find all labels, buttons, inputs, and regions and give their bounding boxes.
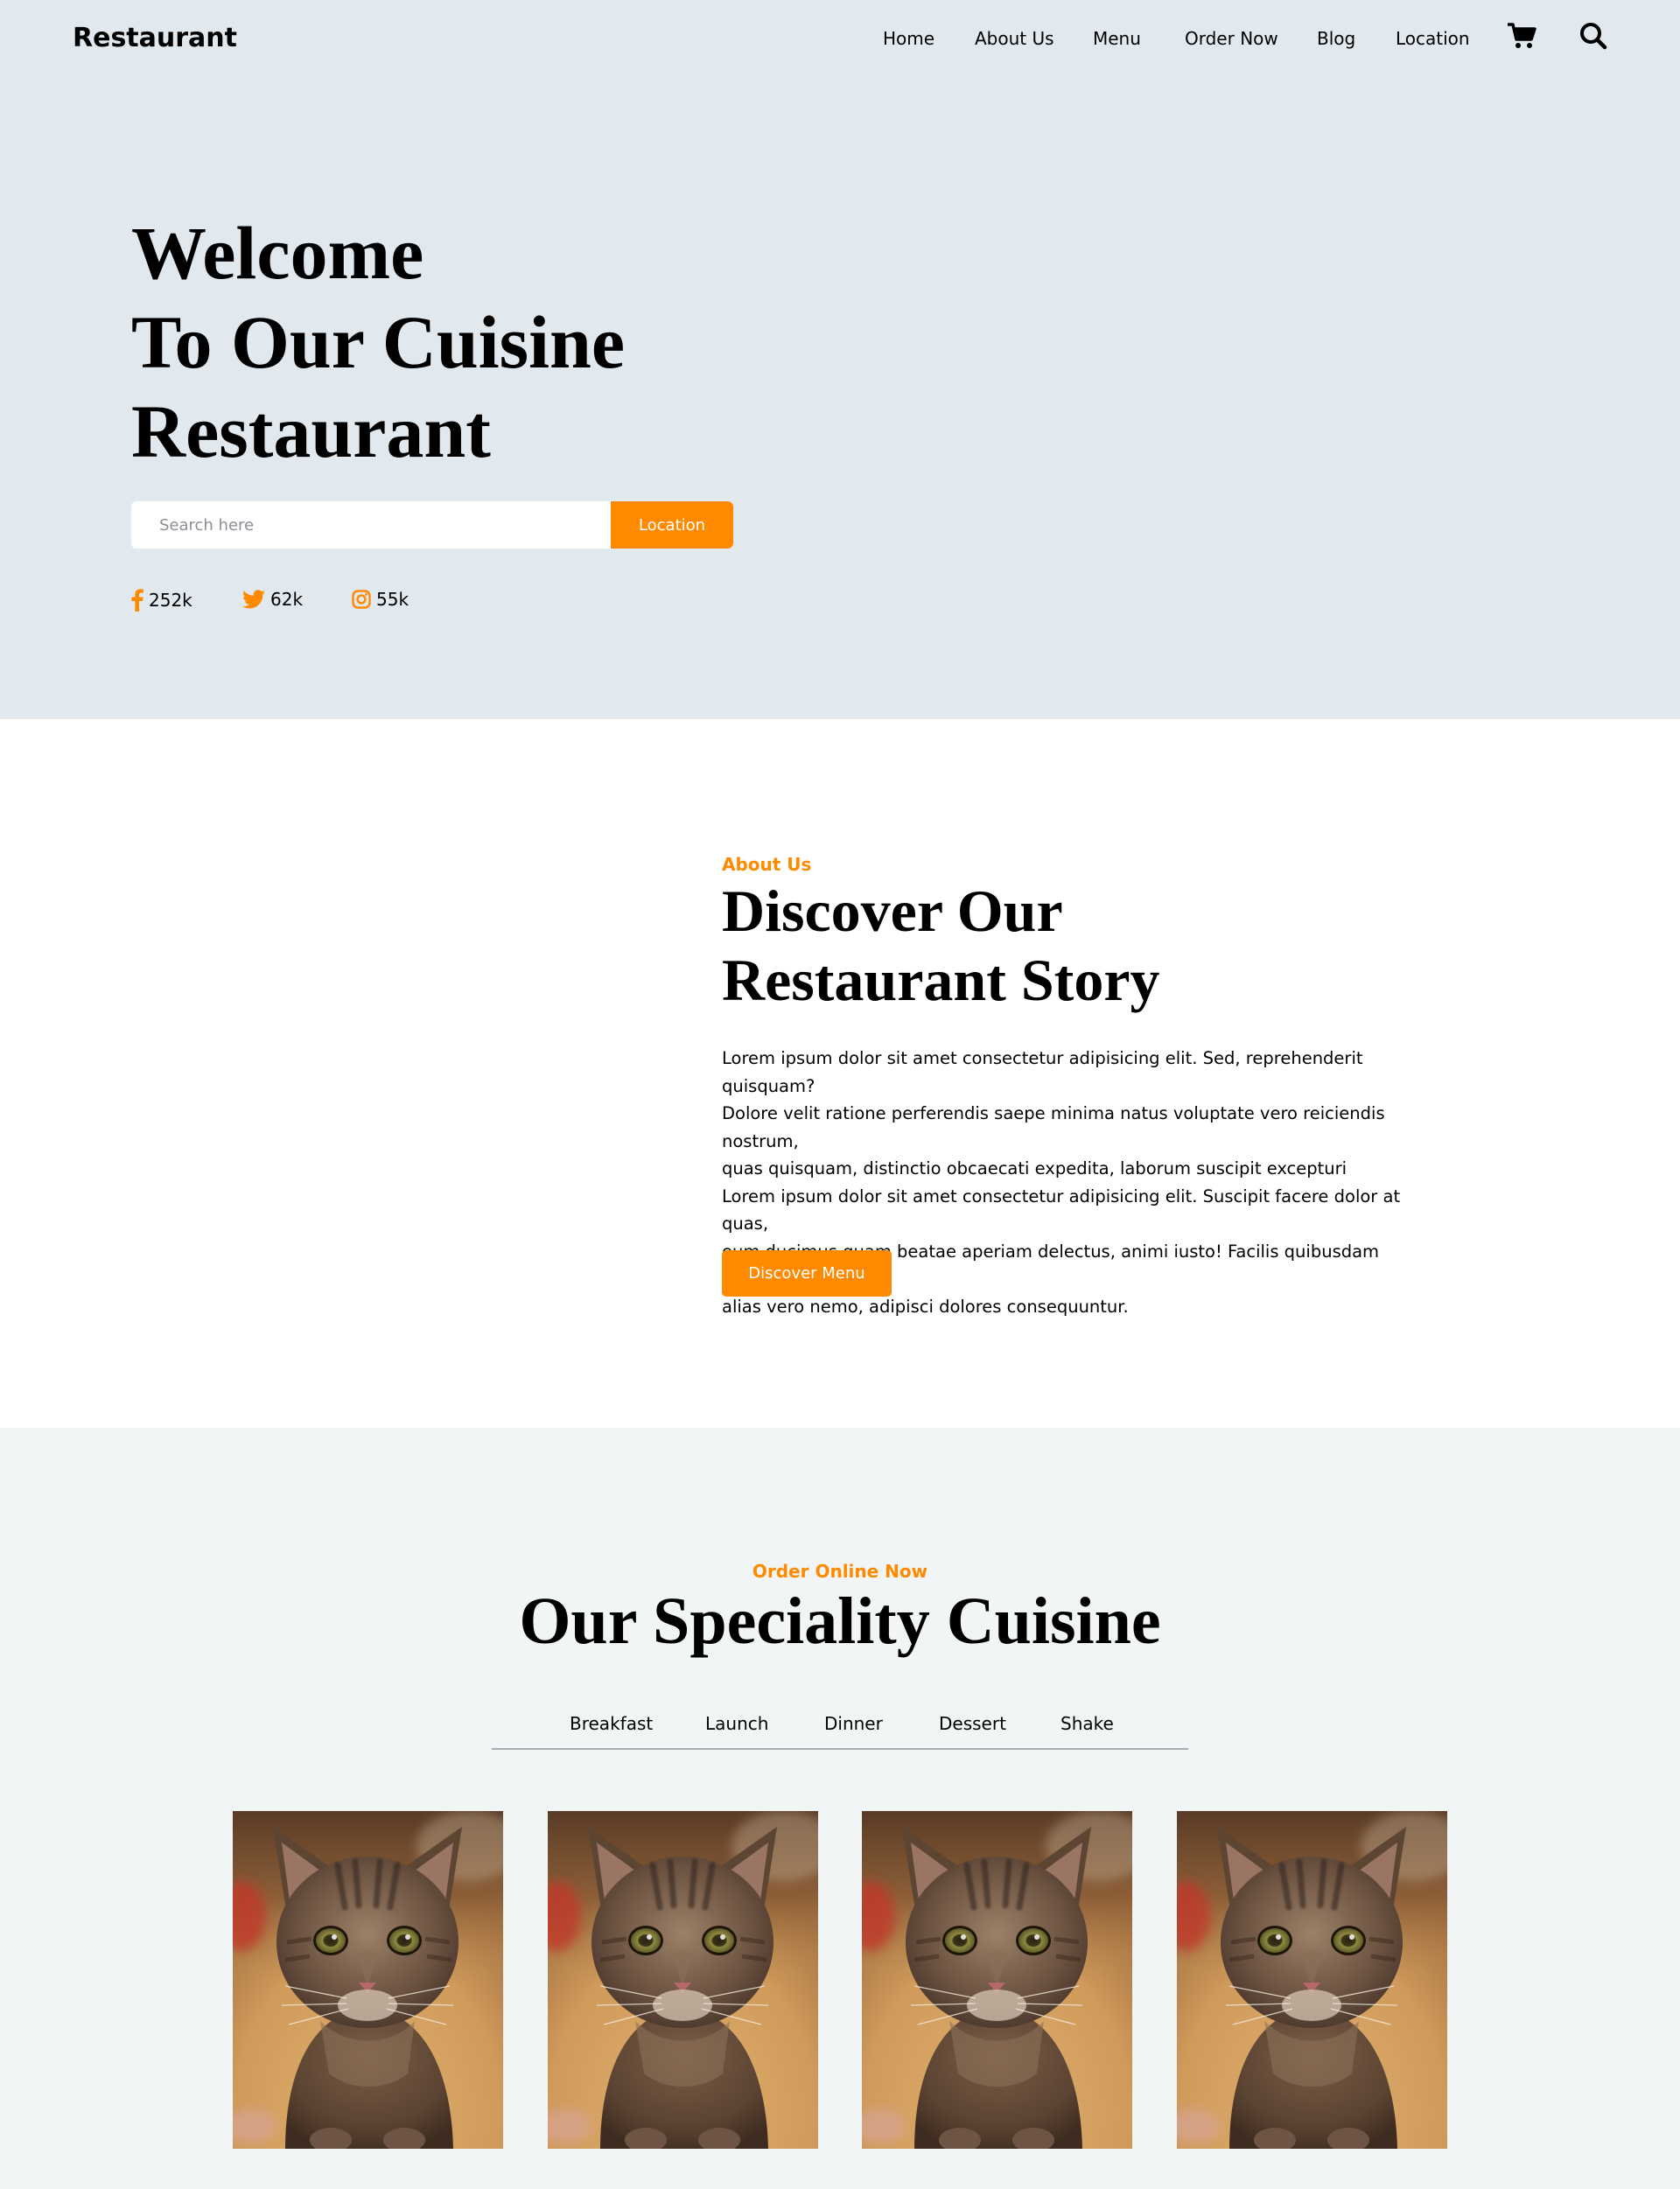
social-facebook[interactable]: 252k <box>131 589 192 612</box>
tab-shake[interactable]: Shake <box>1060 1713 1114 1734</box>
about-title-line: Restaurant Story <box>722 947 1160 1013</box>
instagram-count: 55k <box>376 589 410 610</box>
social-twitter[interactable]: 62k <box>242 589 303 610</box>
tab-dessert[interactable]: Dessert <box>939 1713 1006 1734</box>
about-text-line: Lorem ipsum dolor sit amet consectetur a… <box>722 1048 1363 1096</box>
cat-photo <box>548 1811 818 2149</box>
about-text-line: quas quisquam, distinctio obcaecati expe… <box>722 1158 1348 1178</box>
about-title: Discover Our Restaurant Story <box>722 877 1160 1015</box>
nav-blog[interactable]: Blog <box>1317 28 1355 49</box>
social-counts: 252k 62k 55k <box>131 589 569 613</box>
search-input[interactable] <box>131 501 611 549</box>
about-title-line: Discover Our <box>722 878 1063 944</box>
about-text-line: Lorem ipsum dolor sit amet consectetur a… <box>722 1185 1401 1234</box>
facebook-icon <box>131 589 144 612</box>
speciality-kicker: Order Online Now <box>752 1561 928 1582</box>
hero-title-line: Welcome <box>131 211 424 295</box>
cat-photo <box>1177 1811 1447 2149</box>
tab-breakfast[interactable]: Breakfast <box>570 1713 653 1734</box>
main-nav: Home About Us Menu Order Now Blog Locati… <box>0 28 1680 54</box>
search-icon[interactable] <box>1579 22 1607 54</box>
about-text-line: Dolore velit ratione perferendis saepe m… <box>722 1103 1385 1151</box>
cuisine-cards <box>0 1811 1680 2149</box>
discover-menu-button[interactable]: Discover Menu <box>722 1250 892 1297</box>
hero-title: Welcome To Our Cuisine Restaurant <box>131 208 625 476</box>
hero-title-line: Restaurant <box>131 389 491 473</box>
twitter-count: 62k <box>270 589 304 610</box>
nav-home[interactable]: Home <box>883 28 934 49</box>
hero-title-line: To Our Cuisine <box>131 300 625 384</box>
location-button[interactable]: Location <box>611 501 733 549</box>
menu-tabs: Breakfast Launch Dinner Dessert Shake <box>492 1713 1188 1750</box>
speciality-title: Our Speciality Cuisine <box>519 1584 1161 1658</box>
nav-menu[interactable]: Menu <box>1093 28 1141 49</box>
cuisine-card[interactable] <box>233 1811 503 2149</box>
cat-photo <box>862 1811 1132 2149</box>
social-instagram[interactable]: 55k <box>352 589 409 610</box>
facebook-count: 252k <box>149 590 192 611</box>
about-text-line: alias vero nemo, adipisci dolores conseq… <box>722 1296 1129 1317</box>
about-section: About Us Discover Our Restaurant Story L… <box>0 719 1680 1428</box>
search-bar: Location <box>131 501 733 549</box>
twitter-icon <box>242 590 265 609</box>
instagram-icon <box>352 590 371 609</box>
cuisine-card[interactable] <box>862 1811 1132 2149</box>
cart-icon[interactable] <box>1507 22 1536 54</box>
nav-location[interactable]: Location <box>1396 28 1470 49</box>
tab-launch[interactable]: Launch <box>705 1713 768 1734</box>
hero-section: Restaurant Home About Us Menu Order Now … <box>0 0 1680 719</box>
tab-dinner[interactable]: Dinner <box>824 1713 883 1734</box>
nav-order-now[interactable]: Order Now <box>1185 28 1278 49</box>
speciality-section: Order Online Now Our Speciality Cuisine … <box>0 1428 1680 2189</box>
nav-about-us[interactable]: About Us <box>975 28 1054 49</box>
cuisine-card[interactable] <box>1177 1811 1447 2149</box>
cat-photo <box>233 1811 503 2149</box>
cuisine-card[interactable] <box>548 1811 818 2149</box>
about-kicker: About Us <box>722 854 812 875</box>
